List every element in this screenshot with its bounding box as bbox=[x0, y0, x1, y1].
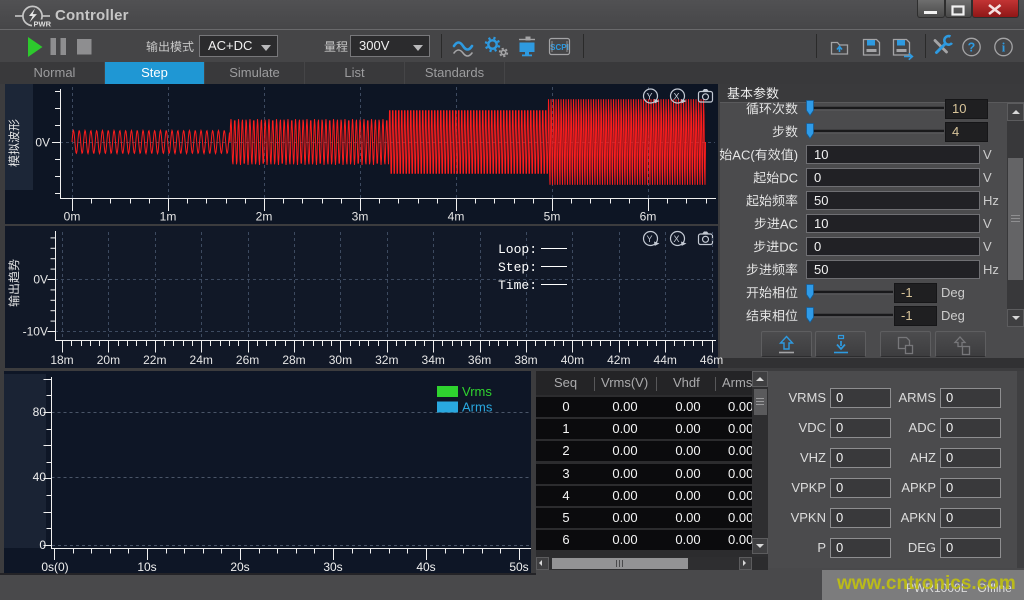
svg-text:44m: 44m bbox=[654, 353, 677, 367]
svg-text:32m: 32m bbox=[375, 353, 398, 367]
svg-text:Step:: Step: bbox=[498, 260, 537, 275]
svg-text:38m: 38m bbox=[514, 353, 537, 367]
svg-text:20s: 20s bbox=[230, 560, 249, 574]
svg-text:Y: Y bbox=[646, 92, 652, 102]
svg-text:24m: 24m bbox=[190, 353, 213, 367]
svg-text:?: ? bbox=[968, 41, 976, 55]
svg-text:36m: 36m bbox=[468, 353, 491, 367]
svg-text:0m: 0m bbox=[64, 210, 81, 224]
svg-text:Vrms: Vrms bbox=[462, 384, 492, 399]
svg-text:3m: 3m bbox=[352, 210, 369, 224]
svg-text:20m: 20m bbox=[97, 353, 120, 367]
svg-text:Arms: Arms bbox=[462, 400, 493, 415]
svg-text:PWR: PWR bbox=[34, 20, 52, 29]
svg-text:4m: 4m bbox=[448, 210, 465, 224]
svg-text:X: X bbox=[673, 234, 679, 244]
svg-text:42m: 42m bbox=[607, 353, 630, 367]
svg-text:40s: 40s bbox=[416, 560, 435, 574]
svg-text:0V: 0V bbox=[35, 136, 50, 150]
svg-text:46m: 46m bbox=[700, 353, 723, 367]
svg-text:0V: 0V bbox=[33, 273, 48, 287]
svg-text:6m: 6m bbox=[640, 210, 657, 224]
svg-text:0s(0): 0s(0) bbox=[41, 560, 68, 574]
svg-text:30m: 30m bbox=[329, 353, 352, 367]
svg-text:-10V: -10V bbox=[23, 325, 48, 339]
svg-text:80: 80 bbox=[33, 405, 47, 419]
svg-text:10s: 10s bbox=[137, 560, 156, 574]
svg-text:SCPI: SCPI bbox=[550, 43, 569, 52]
svg-text:Y: Y bbox=[646, 234, 652, 244]
svg-text:50s: 50s bbox=[509, 560, 528, 574]
svg-text:18m: 18m bbox=[50, 353, 73, 367]
svg-text:30s: 30s bbox=[323, 560, 342, 574]
svg-text:0: 0 bbox=[39, 538, 46, 552]
svg-text:5m: 5m bbox=[544, 210, 561, 224]
svg-text:Loop:: Loop: bbox=[498, 242, 537, 257]
svg-text:40m: 40m bbox=[561, 353, 584, 367]
svg-text:i: i bbox=[1002, 41, 1006, 55]
svg-text:Time:: Time: bbox=[498, 278, 537, 293]
svg-text:22m: 22m bbox=[143, 353, 166, 367]
svg-text:2m: 2m bbox=[256, 210, 273, 224]
svg-text:28m: 28m bbox=[282, 353, 305, 367]
svg-text:DC: DC bbox=[779, 239, 798, 254]
svg-text:1m: 1m bbox=[160, 210, 177, 224]
svg-text:DC: DC bbox=[779, 170, 798, 185]
svg-text:AC: AC bbox=[780, 216, 798, 231]
svg-text:): ) bbox=[794, 147, 798, 162]
svg-text:40: 40 bbox=[33, 470, 47, 484]
svg-text:AC(: AC( bbox=[732, 147, 755, 162]
svg-text:X: X bbox=[673, 92, 679, 102]
svg-text:34m: 34m bbox=[422, 353, 445, 367]
svg-text:26m: 26m bbox=[236, 353, 259, 367]
